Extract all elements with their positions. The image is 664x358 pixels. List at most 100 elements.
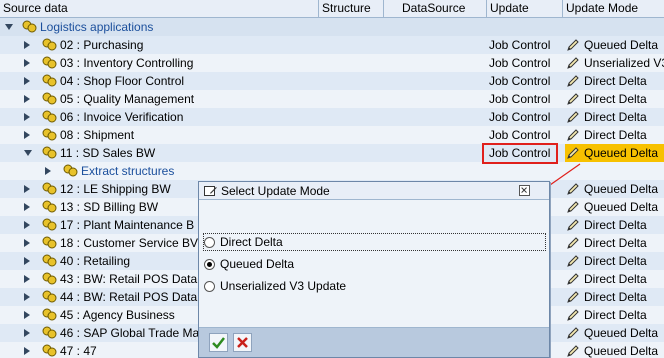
application-component-icon [22, 20, 37, 33]
expand-icon[interactable] [24, 275, 30, 283]
expand-icon[interactable] [24, 293, 30, 301]
update-mode-cell[interactable]: Direct Delta [565, 108, 664, 126]
expand-icon[interactable] [24, 185, 30, 193]
update-mode-label: Direct Delta [584, 128, 647, 142]
pencil-icon[interactable] [566, 56, 580, 70]
expand-icon[interactable] [24, 113, 30, 121]
dialog-title: Select Update Mode [221, 184, 330, 198]
update-mode-label: Direct Delta [584, 74, 647, 88]
pencil-icon[interactable] [566, 110, 580, 124]
expand-icon[interactable] [24, 221, 30, 229]
expand-icon[interactable] [45, 167, 51, 175]
tree-row[interactable]: 08 : Shipment Job Control Direct Delta [0, 126, 664, 144]
expand-icon[interactable] [24, 95, 30, 103]
update-mode-cell[interactable]: Queued Delta [565, 198, 664, 216]
pencil-icon[interactable] [566, 218, 580, 232]
expand-icon[interactable] [24, 239, 30, 247]
col-structure[interactable]: Structure [319, 0, 384, 18]
expand-icon[interactable] [24, 131, 30, 139]
radio-button[interactable] [204, 237, 215, 248]
close-icon[interactable] [519, 185, 530, 196]
pencil-icon[interactable] [566, 38, 580, 52]
tree-row-label: 05 : Quality Management [60, 92, 195, 106]
update-mode-cell[interactable]: Direct Delta [565, 126, 664, 144]
expand-icon[interactable] [24, 77, 30, 85]
update-mode-cell[interactable]: Direct Delta [565, 306, 664, 324]
col-source-data[interactable]: Source data [0, 0, 319, 18]
application-component-icon [42, 308, 57, 321]
update-mode-label: Queued Delta [584, 344, 659, 358]
update-mode-label: Direct Delta [584, 290, 647, 304]
update-mode-label: Direct Delta [584, 236, 647, 250]
tree-root-row[interactable]: Logistics applications [0, 18, 664, 36]
col-datasource[interactable]: DataSource [384, 0, 487, 18]
update-mode-cell[interactable]: Direct Delta [565, 288, 664, 306]
expand-icon[interactable] [24, 41, 30, 49]
update-mode-cell[interactable]: Queued Delta [565, 324, 664, 342]
radio-button-selected[interactable] [204, 259, 215, 270]
update-cell[interactable]: Job Control [489, 126, 550, 144]
application-component-icon [42, 218, 57, 231]
expand-icon[interactable] [24, 203, 30, 211]
expand-icon[interactable] [24, 257, 30, 265]
tree-row[interactable]: 04 : Shop Floor Control Job Control Direct… [0, 72, 664, 90]
pencil-icon[interactable] [566, 128, 580, 142]
update-mode-cell[interactable]: Queued Delta [565, 36, 664, 54]
expand-icon[interactable] [24, 329, 30, 337]
tree-row[interactable]: 05 : Quality Management Job Control Direct… [0, 90, 664, 108]
checkmark-icon [212, 337, 225, 349]
application-component-icon [42, 200, 57, 213]
expand-icon[interactable] [24, 347, 30, 355]
update-mode-cell[interactable]: Unserialized V3 [565, 54, 664, 72]
update-mode-cell[interactable]: Direct Delta [565, 90, 664, 108]
pencil-icon[interactable] [566, 74, 580, 88]
update-mode-label: Queued Delta [584, 146, 659, 160]
update-mode-cell[interactable]: Queued Delta [565, 342, 664, 358]
pencil-icon[interactable] [566, 272, 580, 286]
update-cell[interactable]: Job Control [489, 36, 550, 54]
pencil-icon[interactable] [566, 326, 580, 340]
update-cell[interactable]: Job Control [489, 72, 550, 90]
tree-row[interactable]: 02 : Purchasing Job Control Queued Delta [0, 36, 664, 54]
col-update-mode[interactable]: Update Mode [563, 0, 664, 18]
tree-row-label: 04 : Shop Floor Control [60, 74, 185, 88]
update-mode-label: Direct Delta [584, 272, 647, 286]
pencil-icon[interactable] [566, 236, 580, 250]
update-mode-cell[interactable]: Direct Delta [565, 270, 664, 288]
col-update[interactable]: Update [487, 0, 563, 18]
pencil-icon[interactable] [566, 254, 580, 268]
cancel-button[interactable] [233, 333, 252, 352]
update-cell[interactable]: Job Control [489, 54, 550, 72]
radio-label: Unserialized V3 Update [220, 279, 347, 293]
application-component-icon [42, 236, 57, 249]
application-component-icon [42, 326, 57, 339]
pencil-icon[interactable] [566, 92, 580, 106]
tree-row[interactable]: 06 : Invoice Verification Job Control Dire… [0, 108, 664, 126]
pencil-icon[interactable] [566, 308, 580, 322]
pencil-icon[interactable] [566, 200, 580, 214]
update-mode-cell[interactable]: Direct Delta [565, 216, 664, 234]
collapse-icon[interactable] [5, 24, 13, 30]
update-mode-label: Direct Delta [584, 254, 647, 268]
pencil-icon[interactable] [566, 146, 580, 160]
tree-row-label: Extract structures [81, 164, 175, 178]
pencil-icon[interactable] [566, 290, 580, 304]
radio-label: Queued Delta [220, 257, 295, 271]
expand-icon[interactable] [24, 311, 30, 319]
tree-row[interactable]: 03 : Inventory Controlling Job Control Uns… [0, 54, 664, 72]
tree-row-label: 11 : SD Sales BW [60, 146, 156, 160]
update-mode-cell[interactable]: Direct Delta [565, 72, 664, 90]
update-cell[interactable]: Job Control [489, 108, 550, 126]
column-header: Source data Structure DataSource Update … [0, 0, 664, 18]
update-mode-cell[interactable]: Direct Delta [565, 234, 664, 252]
update-mode-cell[interactable]: Direct Delta [565, 252, 664, 270]
application-component-icon [42, 110, 57, 123]
update-cell[interactable]: Job Control [489, 90, 550, 108]
confirm-button[interactable] [209, 333, 228, 352]
pencil-icon[interactable] [566, 344, 580, 358]
tree-root-label: Logistics applications [40, 20, 154, 34]
expand-icon[interactable] [24, 59, 30, 67]
dialog-icon [204, 186, 217, 196]
collapse-icon[interactable] [24, 150, 32, 156]
radio-button[interactable] [204, 281, 215, 292]
